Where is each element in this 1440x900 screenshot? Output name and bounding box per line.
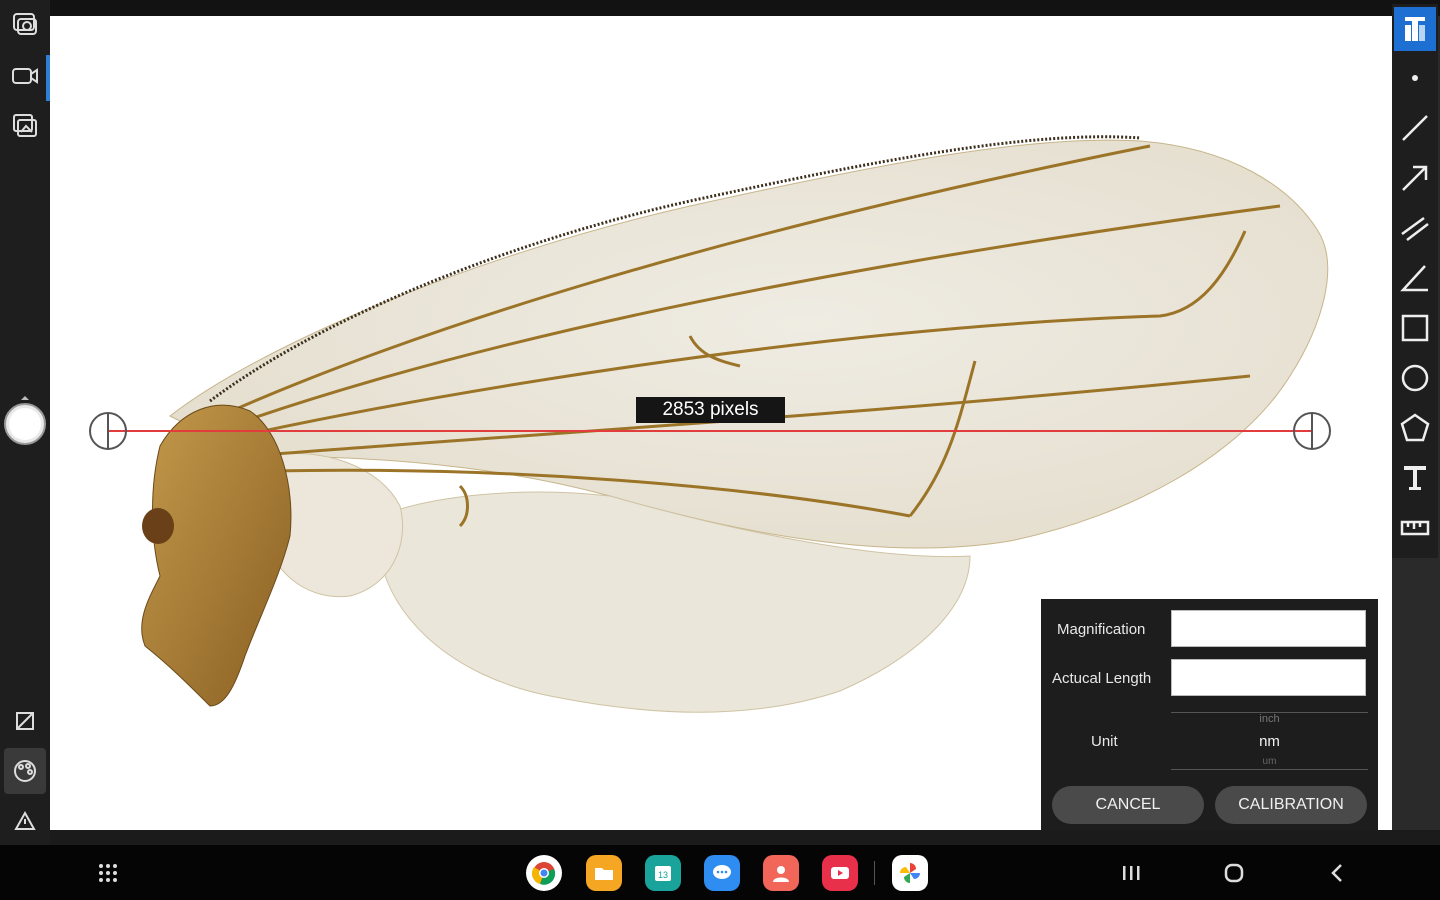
home-icon[interactable] <box>1218 857 1250 889</box>
recents-icon[interactable] <box>1115 857 1147 889</box>
photos-icon[interactable] <box>892 855 928 891</box>
point-icon[interactable] <box>1395 58 1435 98</box>
arrow-icon[interactable] <box>1395 158 1435 198</box>
youtube-icon[interactable] <box>822 855 858 891</box>
active-mode-indicator <box>46 55 50 101</box>
shutter-button[interactable] <box>3 396 47 446</box>
record-video-icon[interactable] <box>6 57 44 95</box>
left-toolbar <box>0 0 50 845</box>
capture-photo-icon[interactable] <box>6 6 44 44</box>
taskbar-divider <box>874 861 875 885</box>
back-icon[interactable] <box>1322 857 1354 889</box>
taskbar: 13 <box>0 845 1440 900</box>
app-drawer-icon[interactable] <box>92 857 124 889</box>
status-bar <box>0 0 1440 16</box>
logo-icon[interactable] <box>1394 7 1436 51</box>
magnification-input[interactable] <box>1171 610 1366 647</box>
color-palette-icon[interactable] <box>6 752 44 790</box>
actual-length-input[interactable] <box>1171 659 1366 696</box>
calibration-panel: Magnification Actucal Length Unit inch n… <box>1041 599 1378 831</box>
unit-option-above[interactable]: inch <box>1171 713 1368 725</box>
unit-option-below[interactable]: um <box>1171 756 1368 767</box>
unit-picker[interactable]: inch nm um <box>1171 712 1368 770</box>
shutter-icon <box>4 396 46 445</box>
files-icon[interactable] <box>586 855 622 891</box>
messages-icon[interactable] <box>704 855 740 891</box>
right-toolbar <box>1392 4 1438 558</box>
chrome-icon[interactable] <box>526 855 562 891</box>
calendar-icon[interactable]: 13 <box>645 855 681 891</box>
parallel-lines-icon[interactable] <box>1395 208 1435 248</box>
calibration-button[interactable]: CALIBRATION <box>1215 786 1367 824</box>
cancel-button[interactable]: CANCEL <box>1052 786 1204 824</box>
measurement-label: 2853 pixels <box>636 397 785 423</box>
circle-icon[interactable] <box>1395 358 1435 398</box>
magnification-label: Magnification <box>1057 621 1146 638</box>
warning-triangle-icon[interactable] <box>6 802 44 840</box>
text-icon[interactable] <box>1395 458 1435 498</box>
gallery-icon[interactable] <box>6 107 44 145</box>
angle-icon[interactable] <box>1395 258 1435 298</box>
line-icon[interactable] <box>1395 108 1435 148</box>
exposure-icon[interactable] <box>6 702 44 740</box>
unit-option-selected[interactable]: nm <box>1171 733 1368 750</box>
polygon-icon[interactable] <box>1395 408 1435 448</box>
actual-length-label: Actucal Length <box>1052 670 1152 687</box>
rectangle-icon[interactable] <box>1395 308 1435 348</box>
calendar-day: 13 <box>658 870 668 880</box>
ruler-icon[interactable] <box>1395 508 1435 548</box>
contacts-icon[interactable] <box>763 855 799 891</box>
unit-label: Unit <box>1091 733 1118 750</box>
